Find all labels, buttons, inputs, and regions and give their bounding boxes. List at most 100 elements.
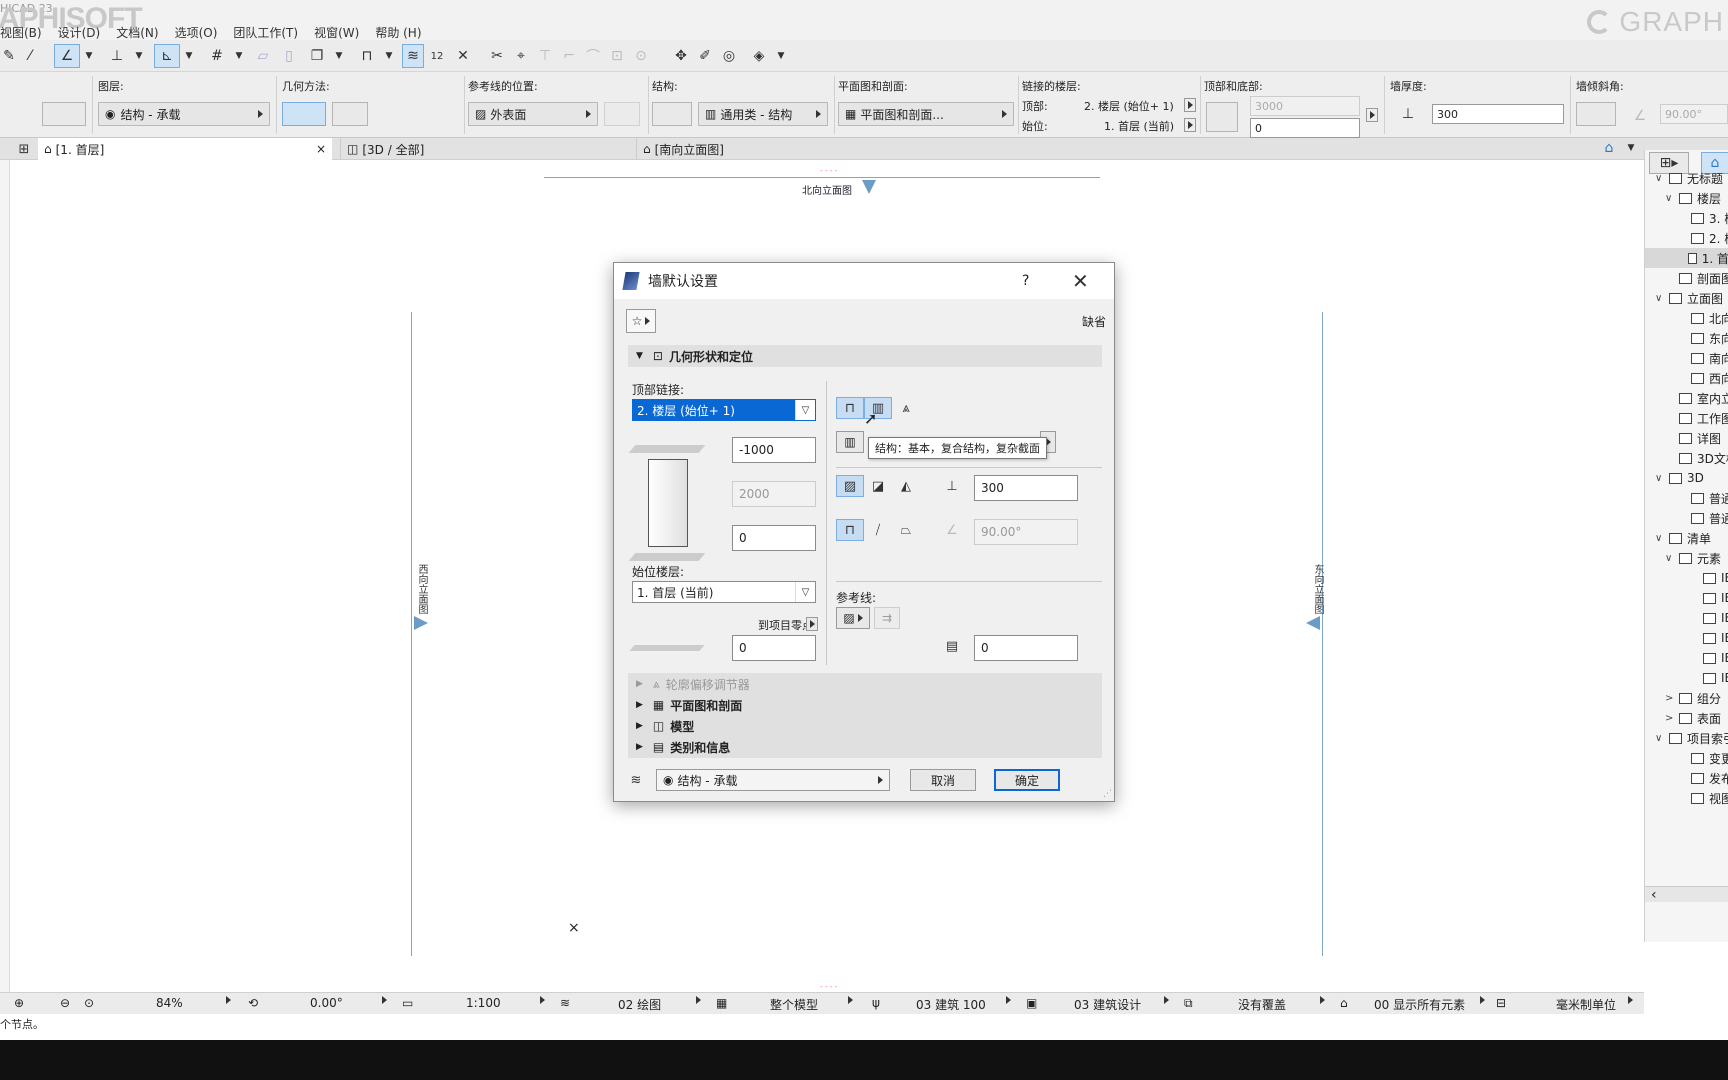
menu-view[interactable]: 视图(B) (0, 24, 42, 41)
navigator-item[interactable]: 北向 (1645, 308, 1728, 328)
dialog-layer-selector[interactable]: ◉ 结构 - 承载 (656, 769, 890, 791)
home-story-select[interactable]: 1. 首层 (当前) ▽ (632, 581, 816, 603)
wall-favorite-icon[interactable] (42, 102, 86, 126)
west-elevation-marker-icon[interactable] (414, 616, 428, 630)
navigator-item[interactable]: ∨ 3D (1645, 468, 1704, 488)
tab-close-icon[interactable]: × (316, 142, 326, 156)
navigator-item[interactable]: ∨ 立面图 (1645, 288, 1723, 308)
navigator-item[interactable]: 普通 (1645, 488, 1728, 508)
tab-south-elevation[interactable]: ⌂ [南向立面图] (636, 138, 934, 160)
top-offset-input[interactable]: -1000 (732, 437, 816, 463)
arrow-right-icon[interactable] (226, 996, 231, 1004)
lock-icon[interactable]: ⊓ (356, 44, 378, 68)
pencil-icon[interactable]: ✎ (0, 44, 18, 68)
basic-structure-icon[interactable] (652, 102, 692, 126)
navigator-item[interactable]: ∨ 无标题 (1645, 168, 1723, 188)
expand-chevron-icon[interactable]: > (1665, 713, 1675, 724)
vertical-wall-icon[interactable]: ⊓ (836, 519, 864, 541)
navigator-item[interactable]: IE (1645, 608, 1728, 628)
menu-help[interactable]: 帮助 (H) (375, 24, 421, 41)
slant-type-icon[interactable] (1576, 102, 1616, 126)
floorplan-selector[interactable]: ▦ 平面图和剖面... (838, 102, 1014, 126)
expand-chevron-icon[interactable]: > (1665, 693, 1675, 704)
move-icon[interactable]: ✥ (670, 44, 692, 68)
tab-3d[interactable]: ◫ [3D / 全部] (340, 138, 636, 160)
tab-list-icon[interactable]: ⊞ (14, 139, 34, 159)
home-story-value[interactable]: 1. 首层 (当前) (1104, 118, 1174, 134)
dropdown-icon[interactable]: ▼ (382, 44, 396, 68)
expand-chevron-icon[interactable]: ∨ (1665, 553, 1675, 564)
paint-icon[interactable]: ✐ (694, 44, 716, 68)
dropdown-icon[interactable]: ▼ (232, 44, 246, 68)
navigator-item[interactable]: 工作图 (1645, 408, 1728, 428)
menu-design[interactable]: 设计(D) (58, 24, 101, 41)
slanted-wall-icon[interactable]: ⧸ (864, 519, 892, 541)
refline-offset-button[interactable]: ⇉ (874, 607, 900, 629)
arrow-right-icon[interactable] (848, 996, 853, 1004)
section-floorplan[interactable]: ▶ ▦ 平面图和剖面 (628, 694, 1102, 716)
pen-set-value[interactable]: 02 绘图 (618, 996, 661, 1013)
offset-icon[interactable]: ⊙ (630, 44, 652, 68)
override-value[interactable]: 没有覆盖 (1238, 996, 1286, 1013)
fit-icon[interactable]: ⊙ (84, 996, 94, 1010)
navigator-item[interactable]: 变更 (1645, 748, 1728, 768)
section-profile-modifier[interactable]: ▶ ⩓ 轮廓偏移调节器 (628, 673, 1102, 695)
dropdown-icon[interactable]: ▼ (774, 44, 788, 68)
refline-selector[interactable]: ▨ (836, 607, 870, 629)
layer-combo-value[interactable]: 03 建筑 100 (916, 996, 986, 1013)
cross-icon[interactable]: ✕ (452, 44, 474, 68)
menu-document[interactable]: 文档(N) (116, 24, 158, 41)
thickness-input[interactable]: 300 (974, 475, 1078, 501)
slant-input[interactable]: 90.00° (1660, 104, 1728, 124)
guide-line-icon[interactable]: ⊥ (104, 44, 130, 68)
straight-section-icon[interactable]: ▨ (836, 475, 864, 497)
navigator-item[interactable]: 1. 首 (1645, 248, 1728, 268)
layer-icon[interactable]: ≋ (402, 44, 424, 68)
log-wall-icon[interactable] (418, 102, 448, 126)
west-elevation-label[interactable]: 西向立面图 (414, 564, 429, 614)
top-link-select[interactable]: 2. 楼层 (始位+ 1) ▽ (632, 399, 816, 421)
dropdown-icon[interactable]: ▼ (1624, 138, 1638, 158)
trapezoid-section-icon[interactable]: ◪ (864, 475, 892, 497)
north-elevation-label[interactable]: 北向立面图 (802, 182, 852, 197)
navigator-item[interactable]: ∨ 项目索引 (1645, 728, 1728, 748)
tab-floor-plan[interactable]: ⌂ [1. 首层] × (38, 138, 332, 160)
expand-chevron-icon[interactable]: ∨ (1655, 173, 1665, 184)
structure-selector[interactable]: ▥ 通用类 - 结构 (698, 102, 828, 126)
navigator-item[interactable]: 2. 楼 (1645, 228, 1728, 248)
navigator-item[interactable]: 普通 (1645, 508, 1728, 528)
navigator-item[interactable]: ∨ 元素 (1645, 548, 1721, 568)
eyedropper-icon[interactable]: ⁄ (20, 44, 40, 68)
polygon-wall-icon[interactable] (374, 102, 404, 126)
basic-structure-icon[interactable]: ⊓ (836, 397, 864, 419)
arrow-right-icon[interactable] (1184, 118, 1196, 132)
navigator-item[interactable]: > 组分 (1645, 688, 1721, 708)
menu-options[interactable]: 选项(O) (175, 24, 218, 41)
copy-icon[interactable]: ❐ (306, 44, 328, 68)
cancel-button[interactable]: 取消 (910, 769, 976, 791)
adjust-icon[interactable]: ⌖ (510, 44, 532, 68)
angle-value[interactable]: 0.00° (310, 996, 343, 1010)
trace-icon[interactable]: ▯ (278, 44, 300, 68)
navigator-item[interactable]: 3. 楼 (1645, 208, 1728, 228)
navigator-item[interactable]: 东向 (1645, 328, 1728, 348)
structure-selector[interactable]: ▥ (836, 431, 864, 453)
layer-selector[interactable]: ◉ 结构 - 承载 (98, 102, 270, 126)
base-offset-input[interactable]: 0 (732, 525, 816, 551)
navigator-item[interactable]: 3D文档 (1645, 448, 1728, 468)
fillet-icon[interactable]: ⌐ (558, 44, 580, 68)
east-elevation-marker-icon[interactable] (1306, 616, 1320, 630)
navigator-toggle-icon[interactable]: ⌂ (1596, 138, 1622, 158)
refline-offset-icon[interactable] (604, 102, 640, 126)
bottom-offset-input[interactable]: 0 (1250, 118, 1360, 138)
render-icon[interactable]: ◈ (746, 44, 772, 68)
section-geometry[interactable]: ▼ ⊡ 几何形状和定位 (628, 345, 1102, 367)
navigator-item[interactable]: 剖面图 (1645, 268, 1728, 288)
dropdown-icon[interactable]: ▼ (182, 44, 196, 68)
navigator-item[interactable]: IE (1645, 588, 1728, 608)
arrow-right-icon[interactable] (696, 996, 701, 1004)
navigator-item[interactable]: 发布 (1645, 768, 1728, 788)
scroll-left-icon[interactable]: ‹ (1645, 886, 1728, 903)
zoom-out-icon[interactable]: ⊖ (60, 996, 70, 1010)
navigator-item[interactable]: 西向 (1645, 368, 1728, 388)
